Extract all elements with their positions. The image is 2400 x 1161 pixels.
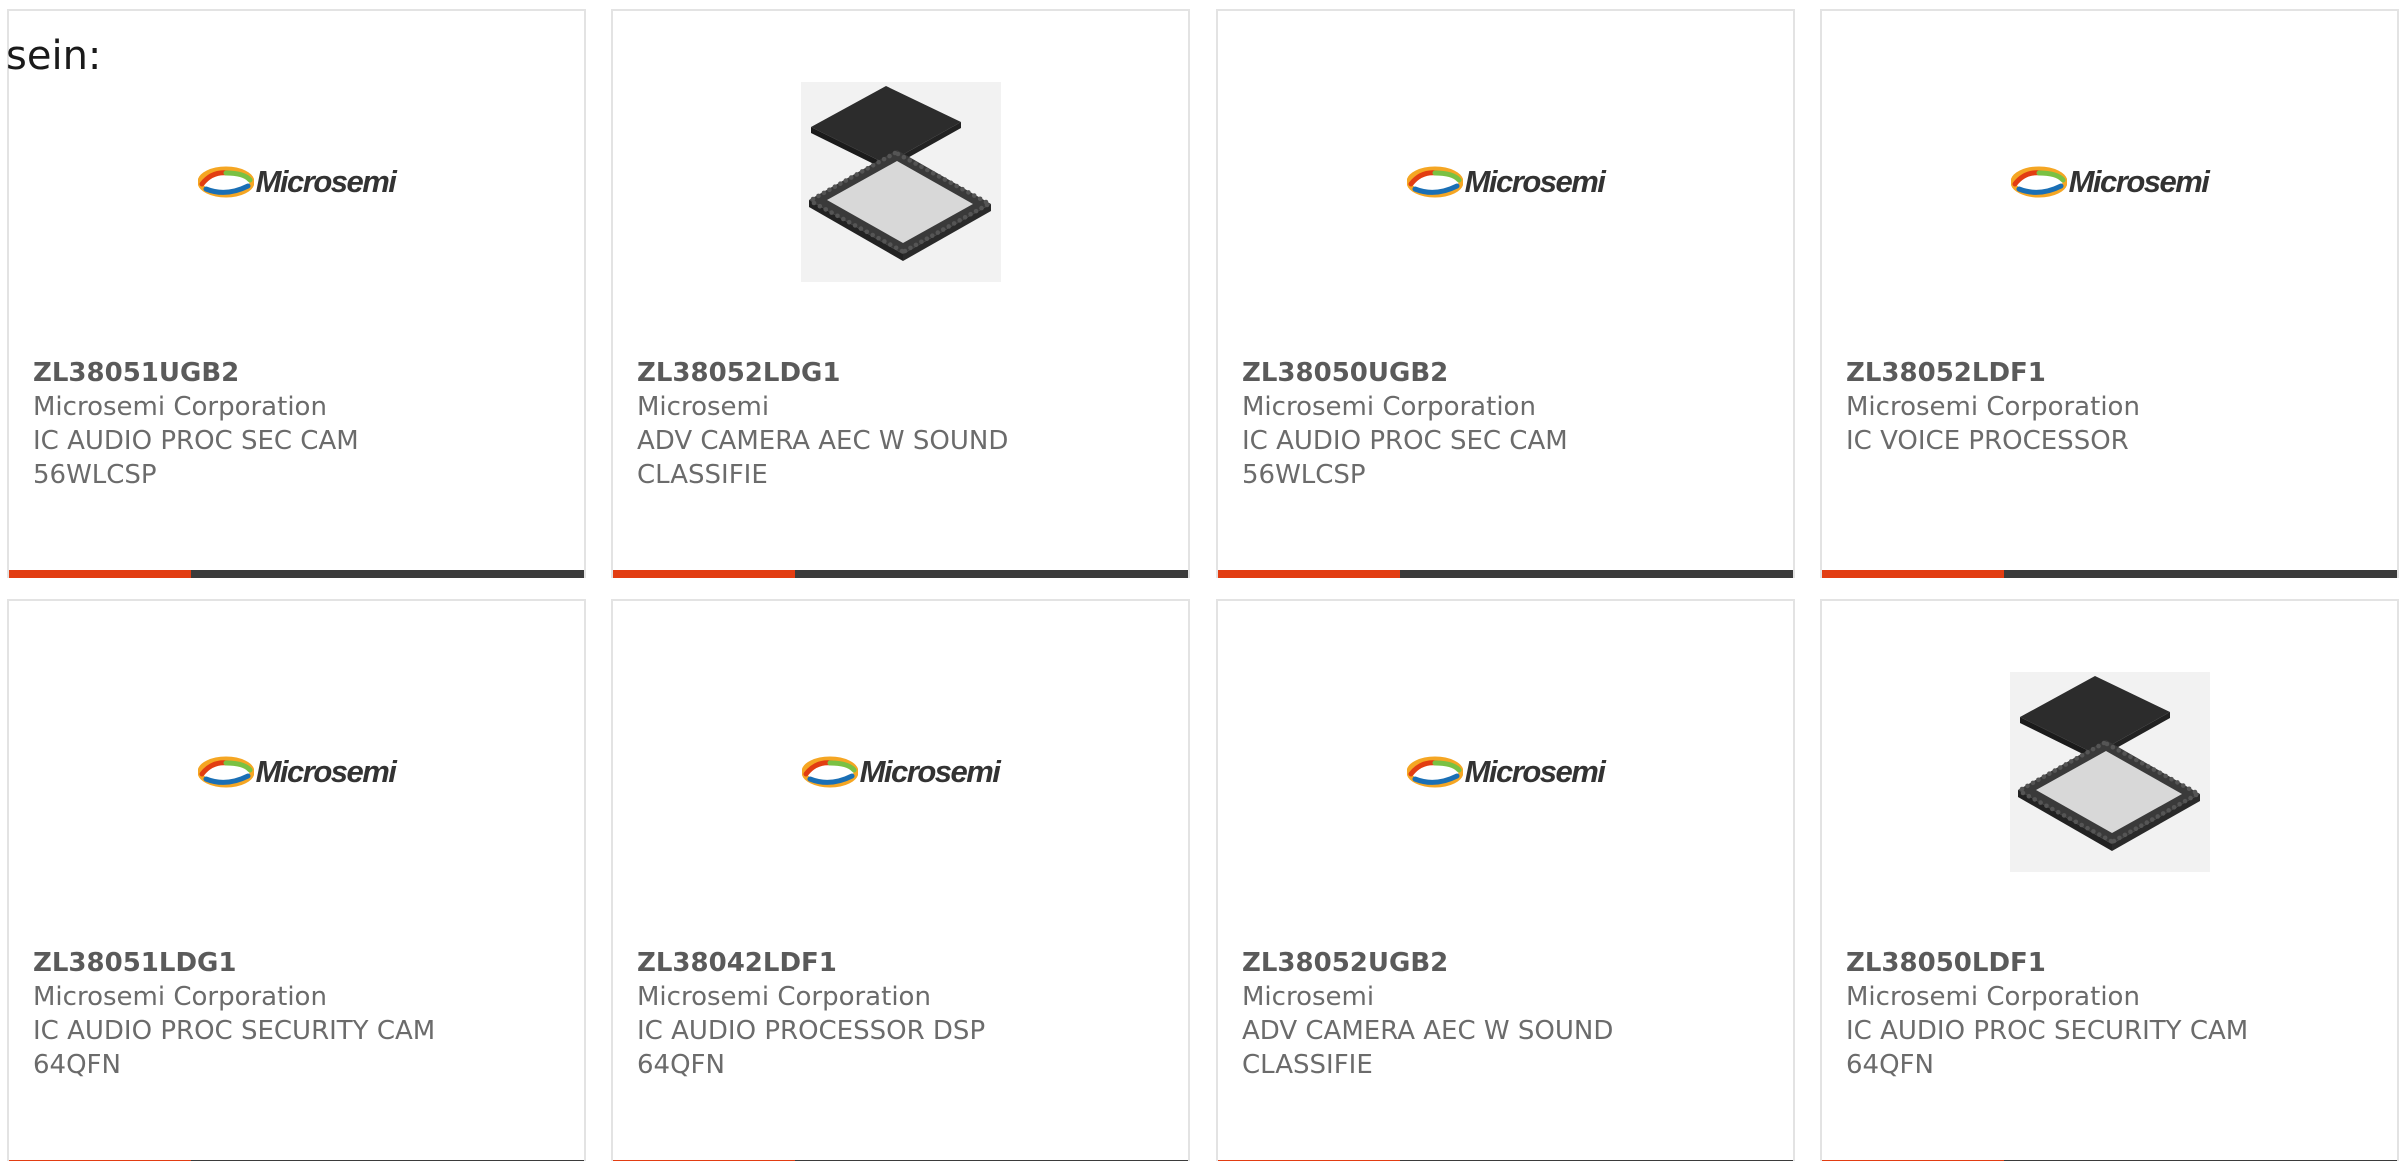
card-accent-bar bbox=[1822, 570, 2004, 578]
manufacturer: Microsemi bbox=[637, 392, 770, 422]
microsemi-swirl-icon bbox=[197, 166, 254, 198]
card-accent-bar bbox=[1218, 570, 1400, 578]
microsemi-swirl-icon bbox=[1406, 166, 1463, 198]
part-number[interactable]: ZL38052UGB2 bbox=[1242, 946, 1773, 980]
product-grid-page: sein: Microsemi ZL38051UGB2 Microsemi Co… bbox=[0, 0, 2400, 1161]
part-number[interactable]: ZL38051LDG1 bbox=[33, 946, 564, 980]
microsemi-logo: Microsemi bbox=[2010, 164, 2210, 200]
part-number[interactable]: ZL38052LDF1 bbox=[1846, 356, 2377, 390]
product-description: IC AUDIO PROCESSOR DSP 64QFN bbox=[637, 1016, 986, 1080]
product-description: IC AUDIO PROC SEC CAM 56WLCSP bbox=[1242, 426, 1568, 490]
product-card[interactable]: Microsemi ZL38051UGB2 Microsemi Corporat… bbox=[7, 9, 586, 578]
microsemi-logo-text: Microsemi bbox=[255, 754, 397, 789]
product-card[interactable]: Microsemi ZL38042LDF1 Microsemi Corporat… bbox=[611, 599, 1190, 1161]
product-card[interactable]: Microsemi ZL38051LDG1 Microsemi Corporat… bbox=[7, 599, 586, 1161]
product-image[interactable] bbox=[613, 77, 1188, 287]
microsemi-logo: Microsemi bbox=[197, 164, 397, 200]
product-info: ZL38051LDG1 Microsemi Corporation IC AUD… bbox=[33, 946, 564, 1082]
product-image[interactable]: Microsemi bbox=[1218, 77, 1793, 287]
product-info: ZL38050LDF1 Microsemi Corporation IC AUD… bbox=[1846, 946, 2377, 1082]
product-image[interactable]: Microsemi bbox=[9, 77, 584, 287]
card-bottom-bar bbox=[613, 570, 1188, 578]
manufacturer: Microsemi Corporation bbox=[637, 982, 931, 1012]
product-image[interactable] bbox=[1822, 667, 2397, 877]
microsemi-swirl-icon bbox=[197, 756, 254, 788]
microsemi-logo: Microsemi bbox=[197, 754, 397, 790]
microsemi-swirl-icon bbox=[1406, 756, 1463, 788]
product-info: ZL38052UGB2 Microsemi ADV CAMERA AEC W S… bbox=[1242, 946, 1773, 1082]
card-accent-bar bbox=[9, 570, 191, 578]
product-info: ZL38042LDF1 Microsemi Corporation IC AUD… bbox=[637, 946, 1168, 1082]
microsemi-swirl-icon bbox=[801, 756, 858, 788]
product-card[interactable]: Microsemi ZL38052LDF1 Microsemi Corporat… bbox=[1820, 9, 2399, 578]
product-description: ADV CAMERA AEC W SOUND CLASSIFIE bbox=[637, 426, 1009, 490]
product-card[interactable]: ZL38052LDG1 Microsemi ADV CAMERA AEC W S… bbox=[611, 9, 1190, 578]
card-bottom-bar bbox=[9, 570, 584, 578]
manufacturer: Microsemi Corporation bbox=[1846, 982, 2140, 1012]
manufacturer: Microsemi Corporation bbox=[1846, 392, 2140, 422]
manufacturer: Microsemi Corporation bbox=[1242, 392, 1536, 422]
microsemi-logo-text: Microsemi bbox=[2068, 164, 2210, 199]
manufacturer: Microsemi Corporation bbox=[33, 982, 327, 1012]
product-description: IC AUDIO PROC SEC CAM 56WLCSP bbox=[33, 426, 359, 490]
product-description: IC VOICE PROCESSOR bbox=[1846, 426, 2129, 456]
qfn-chip-icon bbox=[2009, 672, 2210, 872]
product-image[interactable]: Microsemi bbox=[9, 667, 584, 877]
microsemi-logo: Microsemi bbox=[1406, 164, 1606, 200]
microsemi-logo-text: Microsemi bbox=[1464, 164, 1606, 199]
product-image[interactable]: Microsemi bbox=[1822, 77, 2397, 287]
microsemi-logo: Microsemi bbox=[801, 754, 1001, 790]
product-description: IC AUDIO PROC SECURITY CAM 64QFN bbox=[1846, 1016, 2249, 1080]
card-bottom-bar bbox=[1218, 570, 1793, 578]
microsemi-logo-text: Microsemi bbox=[255, 164, 397, 199]
product-info: ZL38052LDF1 Microsemi Corporation IC VOI… bbox=[1846, 356, 2377, 458]
microsemi-swirl-icon bbox=[2010, 166, 2067, 198]
part-number[interactable]: ZL38050LDF1 bbox=[1846, 946, 2377, 980]
microsemi-logo-text: Microsemi bbox=[859, 754, 1001, 789]
product-image[interactable]: Microsemi bbox=[613, 667, 1188, 877]
product-info: ZL38050UGB2 Microsemi Corporation IC AUD… bbox=[1242, 356, 1773, 492]
part-number[interactable]: ZL38052LDG1 bbox=[637, 356, 1168, 390]
manufacturer: Microsemi bbox=[1242, 982, 1375, 1012]
part-number[interactable]: ZL38042LDF1 bbox=[637, 946, 1168, 980]
product-card[interactable]: Microsemi ZL38052UGB2 Microsemi ADV CAME… bbox=[1216, 599, 1795, 1161]
product-description: IC AUDIO PROC SECURITY CAM 64QFN bbox=[33, 1016, 436, 1080]
product-card[interactable]: Microsemi ZL38050UGB2 Microsemi Corporat… bbox=[1216, 9, 1795, 578]
card-bottom-bar bbox=[1822, 570, 2397, 578]
card-accent-bar bbox=[613, 570, 795, 578]
intro-text: sein: bbox=[6, 33, 102, 79]
product-info: ZL38052LDG1 Microsemi ADV CAMERA AEC W S… bbox=[637, 356, 1168, 492]
product-description: ADV CAMERA AEC W SOUND CLASSIFIE bbox=[1242, 1016, 1614, 1080]
part-number[interactable]: ZL38051UGB2 bbox=[33, 356, 564, 390]
product-info: ZL38051UGB2 Microsemi Corporation IC AUD… bbox=[33, 356, 564, 492]
product-card[interactable]: ZL38050LDF1 Microsemi Corporation IC AUD… bbox=[1820, 599, 2399, 1161]
microsemi-logo-text: Microsemi bbox=[1464, 754, 1606, 789]
microsemi-logo: Microsemi bbox=[1406, 754, 1606, 790]
product-image[interactable]: Microsemi bbox=[1218, 667, 1793, 877]
part-number[interactable]: ZL38050UGB2 bbox=[1242, 356, 1773, 390]
manufacturer: Microsemi Corporation bbox=[33, 392, 327, 422]
qfn-chip-icon bbox=[800, 82, 1001, 282]
